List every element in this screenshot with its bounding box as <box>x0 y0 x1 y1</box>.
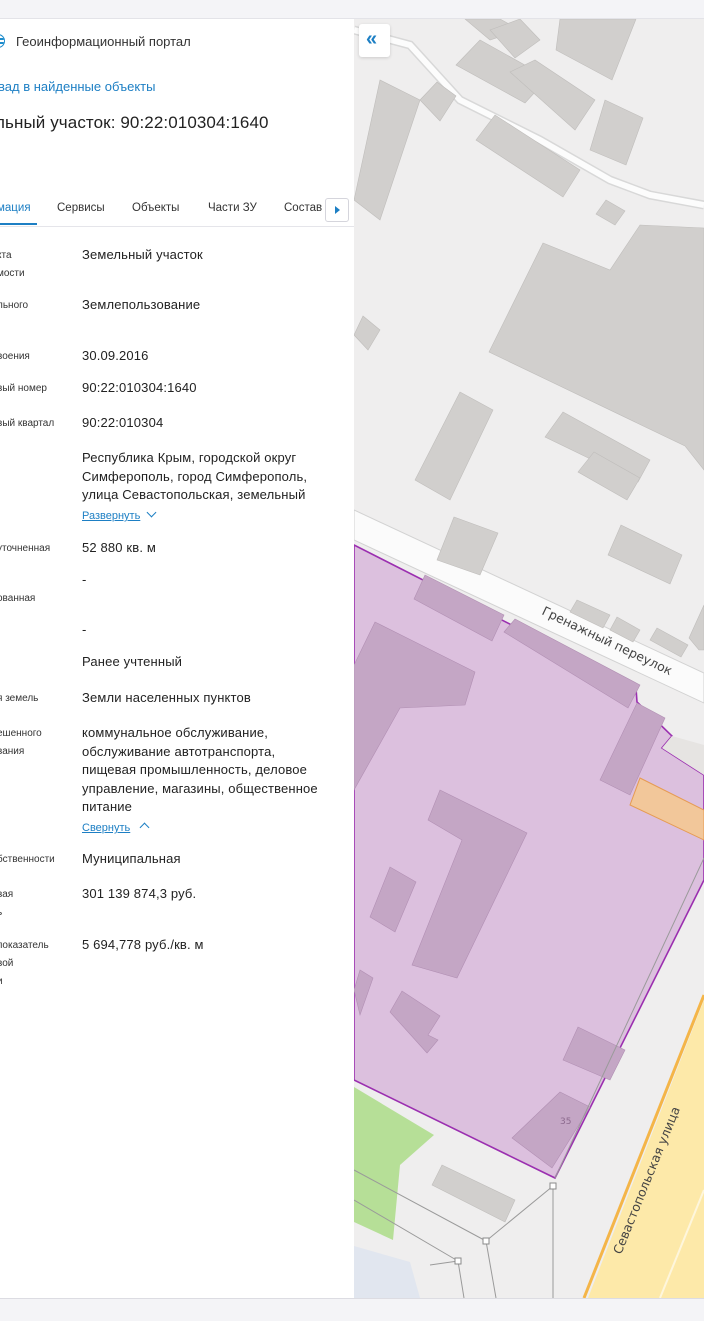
bottom-bar <box>0 1298 704 1321</box>
collapse-panel-button[interactable]: « <box>359 24 390 57</box>
top-bar <box>0 0 704 19</box>
collapse-permitted-use-link[interactable]: Свернуть <box>82 822 150 834</box>
property-label: уточненная <box>0 543 51 554</box>
permitted-use-value: коммунальное обслуживание, обслуживание … <box>82 725 318 814</box>
address-value: Республика Крым, городской округ Симферо… <box>82 450 308 502</box>
chevron-down-icon <box>146 507 157 518</box>
house-number: 35 <box>560 1117 571 1127</box>
property-label: ешенногования <box>0 728 42 757</box>
portal-title: Геоинформационный портал <box>16 34 191 49</box>
back-to-results-link[interactable]: вад в найденные объекты <box>0 79 155 94</box>
property-value: 90:22:010304 <box>82 415 164 430</box>
property-label: вый номер <box>0 383 47 394</box>
property-label: ваяь <box>0 889 14 918</box>
property-value: 52 880 кв. м <box>82 540 156 555</box>
property-value: 5 694,778 руб./кв. м <box>82 937 204 952</box>
property-value: - <box>82 622 87 637</box>
property-value: 90:22:010304:1640 <box>82 380 197 395</box>
expand-address-link[interactable]: Развернуть <box>82 507 157 522</box>
property-label: ованная <box>0 593 36 604</box>
property-value: 301 139 874,3 руб. <box>82 886 197 901</box>
double-chevron-left-icon: « <box>366 28 378 50</box>
property-value: Землепользование <box>82 297 201 312</box>
property-value: Земли населенных пунктов <box>82 690 251 705</box>
property-label: воения <box>0 351 30 362</box>
property-value: Земельный участок <box>82 247 203 262</box>
globe-icon <box>0 34 5 48</box>
tab-composition[interactable]: Состав <box>284 202 322 214</box>
property-value: Муниципальная <box>82 851 181 866</box>
property-label: вый квартал <box>0 418 55 429</box>
tabs-scroll-right-button[interactable] <box>325 198 349 222</box>
property-label: бственности <box>0 854 55 865</box>
object-title: льный участок: 90:22:010304:1640 <box>0 113 269 132</box>
property-value: Ранее учтенный <box>82 654 183 669</box>
tab-objects[interactable]: Объекты <box>132 202 179 214</box>
tab-information[interactable]: мация <box>0 202 31 214</box>
tab-bar: мация Сервисы Объекты Части ЗУ Состав <box>0 197 354 227</box>
property-label: я земель <box>0 693 39 704</box>
property-label: показательвойи <box>0 940 49 987</box>
chevron-up-icon <box>139 822 150 833</box>
property-value: - <box>82 572 87 587</box>
property-label: ктамости <box>0 250 25 279</box>
property-label: льного <box>0 300 29 311</box>
info-panel: Геоинформационный портал вад в найденные… <box>0 19 354 1298</box>
map-view[interactable]: Гренажный переулок Севастопольская улица… <box>354 19 704 1298</box>
tab-services[interactable]: Сервисы <box>57 202 105 214</box>
tab-parts[interactable]: Части ЗУ <box>208 202 257 214</box>
active-tab-indicator <box>0 223 37 225</box>
map-canvas[interactable]: Гренажный переулок Севастопольская улица… <box>354 19 704 1298</box>
property-value: 30.09.2016 <box>82 348 149 363</box>
